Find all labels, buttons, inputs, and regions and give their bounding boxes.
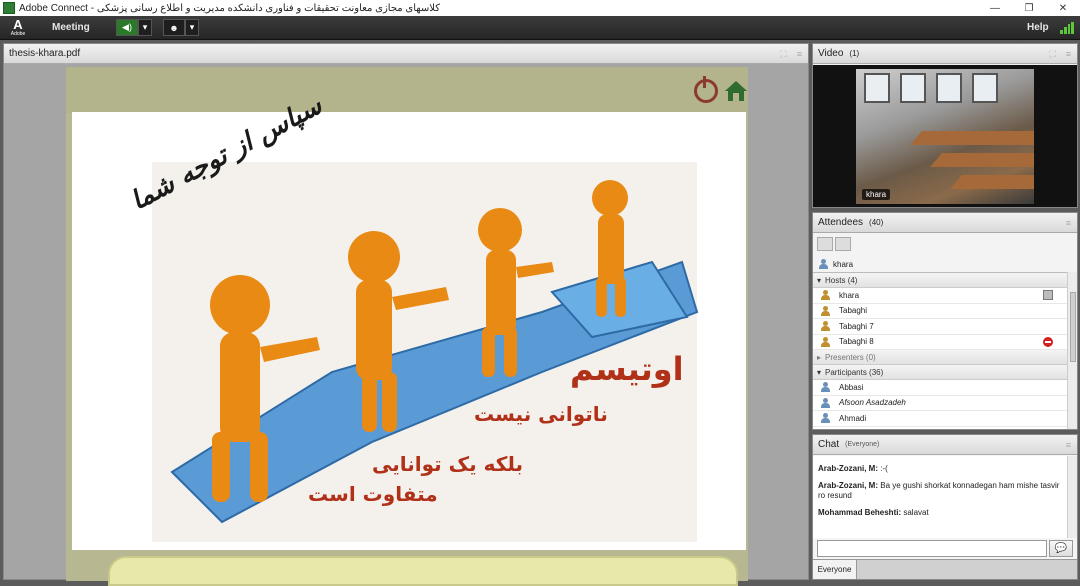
group-presenters[interactable]: ▸ Presenters (0) bbox=[813, 350, 1067, 365]
attendees-pod-title: Attendees bbox=[818, 217, 864, 228]
list-view-icon[interactable] bbox=[817, 237, 833, 251]
webcam-feed[interactable]: khara bbox=[856, 69, 1034, 204]
window-titlebar: کلاسهای مجازی معاونت تحقیقات و فناوری دا… bbox=[0, 0, 1080, 16]
next-slide-preview bbox=[108, 556, 738, 586]
chat-input[interactable] bbox=[817, 540, 1047, 557]
no-entry-icon bbox=[1043, 336, 1053, 347]
video-area: khara bbox=[813, 65, 1077, 207]
pod-menu-icon[interactable]: ≡ bbox=[797, 49, 802, 60]
restore-button[interactable]: ❐ bbox=[1012, 0, 1046, 16]
attendee-row[interactable]: Ahmadi bbox=[813, 411, 1067, 427]
connection-signal-icon bbox=[1060, 22, 1074, 34]
chat-scrollbar[interactable] bbox=[1067, 456, 1077, 538]
menu-meeting[interactable]: Meeting bbox=[52, 22, 90, 33]
host-icon bbox=[821, 290, 831, 301]
minimize-button[interactable]: — bbox=[978, 0, 1012, 16]
attendee-row[interactable]: Afsoon Asadzadeh bbox=[813, 396, 1067, 411]
slide-line-1: ناتوانی نیست bbox=[474, 402, 608, 426]
pod-menu-icon[interactable]: ≡ bbox=[1066, 218, 1071, 228]
person-status-icon: ☻ bbox=[169, 22, 179, 33]
home-icon[interactable] bbox=[724, 79, 748, 103]
host-icon bbox=[821, 305, 831, 316]
chat-pod-header: Chat (Everyone) ≡ bbox=[813, 435, 1077, 455]
chat-tabs: Everyone bbox=[813, 559, 1077, 579]
my-name: khara bbox=[833, 259, 854, 269]
close-button[interactable]: ✕ bbox=[1046, 0, 1080, 16]
raise-hand-button[interactable]: ☻ bbox=[163, 19, 185, 36]
chat-send-button[interactable]: 💬 bbox=[1049, 540, 1073, 557]
tab-everyone[interactable]: Everyone bbox=[813, 560, 857, 579]
power-icon[interactable] bbox=[694, 76, 718, 103]
video-pod: Video (1) ⛶ ≡ khara bbox=[812, 43, 1078, 208]
slide-autism-text: اوتیسم bbox=[570, 350, 684, 388]
host-icon bbox=[821, 336, 831, 347]
slide-line-2: بلکه یک توانایی bbox=[372, 452, 524, 476]
attendee-row[interactable]: Tabaghi 8 bbox=[813, 335, 1067, 350]
speaker-button[interactable]: ◀) bbox=[116, 19, 138, 36]
person-icon bbox=[821, 413, 831, 424]
adobe-logo: A Adobe bbox=[10, 17, 26, 37]
person-icon bbox=[821, 382, 831, 393]
pod-menu-icon[interactable]: ≡ bbox=[1066, 440, 1071, 450]
window-title: کلاسهای مجازی معاونت تحقیقات و فناوری دا… bbox=[19, 2, 441, 14]
app-icon bbox=[3, 2, 15, 14]
speaker-icon: ◀) bbox=[122, 22, 132, 32]
chevron-down-icon: ▾ bbox=[817, 367, 822, 377]
chevron-right-icon: ▸ bbox=[817, 352, 822, 362]
attendees-count: (40) bbox=[869, 218, 884, 227]
person-icon bbox=[821, 397, 831, 408]
chat-message: Arab-Zozani, M: Ba ye gushi shorkat konn… bbox=[818, 481, 1060, 500]
chat-pod: Chat (Everyone) ≡ Arab-Zozani, M: :-( Ar… bbox=[812, 434, 1078, 580]
menubar: A Adobe Meeting ◀) ▾ ☻ ▾ Help bbox=[0, 16, 1080, 40]
chevron-down-icon: ▾ bbox=[817, 275, 822, 285]
attendee-row[interactable]: Abbasi bbox=[813, 380, 1067, 396]
attendee-row[interactable]: khara bbox=[813, 288, 1067, 304]
chat-message: Arab-Zozani, M: :-( bbox=[818, 464, 888, 473]
slide-page: سپاس از توجه شما اوتیسم ناتوانی نیست بلک… bbox=[72, 91, 746, 550]
slide-line-3: متفاوت است bbox=[308, 482, 438, 506]
attendees-scrollbar[interactable] bbox=[1067, 272, 1077, 429]
chat-message: Mohammad Beheshti: salavat bbox=[818, 508, 929, 517]
fullscreen-icon[interactable]: ⛶ bbox=[780, 49, 786, 60]
document-stage: سپاس از توجه شما اوتیسم ناتوانی نیست بلک… bbox=[66, 67, 748, 586]
role-view-icon[interactable] bbox=[835, 237, 851, 251]
speech-bubble-icon: 💬 bbox=[1054, 543, 1068, 554]
menu-help[interactable]: Help bbox=[1027, 22, 1049, 33]
chat-pod-title: Chat bbox=[818, 439, 840, 450]
share-pod-header: thesis-khara.pdf ⛶ ≡ bbox=[4, 44, 808, 64]
chat-scope: (Everyone) bbox=[845, 441, 880, 448]
chevron-down-icon: ▾ bbox=[189, 22, 195, 32]
person-icon bbox=[819, 259, 829, 269]
status-dropdown[interactable]: ▾ bbox=[185, 19, 199, 36]
fullscreen-icon[interactable]: ⛶ bbox=[1049, 49, 1055, 60]
chat-messages: Arab-Zozani, M: :-( Arab-Zozani, M: Ba y… bbox=[813, 456, 1067, 538]
host-icon bbox=[821, 321, 831, 332]
attendee-row[interactable]: Tabaghi 7 bbox=[813, 319, 1067, 335]
attendee-row[interactable]: Tabaghi bbox=[813, 304, 1067, 319]
share-pod: thesis-khara.pdf ⛶ ≡ سپاس از توجه شما او… bbox=[3, 43, 809, 586]
attendees-list: ▾ Hosts (4) khara Tabaghi Tabaghi 7 Taba… bbox=[813, 272, 1067, 429]
microphone-icon bbox=[1043, 290, 1053, 300]
my-status-row[interactable]: khara bbox=[813, 257, 1077, 271]
attendees-pod: Attendees (40) ≡ khara ▾ Hosts (4) khara… bbox=[812, 212, 1078, 430]
video-pod-header: Video (1) ⛶ ≡ bbox=[813, 44, 1077, 64]
video-name-tag: khara bbox=[862, 189, 891, 200]
attendees-pod-header: Attendees (40) ≡ bbox=[813, 213, 1077, 233]
group-participants[interactable]: ▾ Participants (36) bbox=[813, 365, 1067, 380]
chevron-down-icon: ▾ bbox=[142, 22, 148, 32]
video-pod-title: Video bbox=[818, 48, 844, 59]
group-hosts[interactable]: ▾ Hosts (4) bbox=[813, 273, 1067, 288]
share-pod-title: thesis-khara.pdf bbox=[9, 48, 81, 59]
pod-menu-icon[interactable]: ≡ bbox=[1066, 49, 1071, 60]
video-count: (1) bbox=[849, 49, 860, 58]
speaker-dropdown[interactable]: ▾ bbox=[138, 19, 152, 36]
slide-toolbar bbox=[66, 67, 748, 113]
